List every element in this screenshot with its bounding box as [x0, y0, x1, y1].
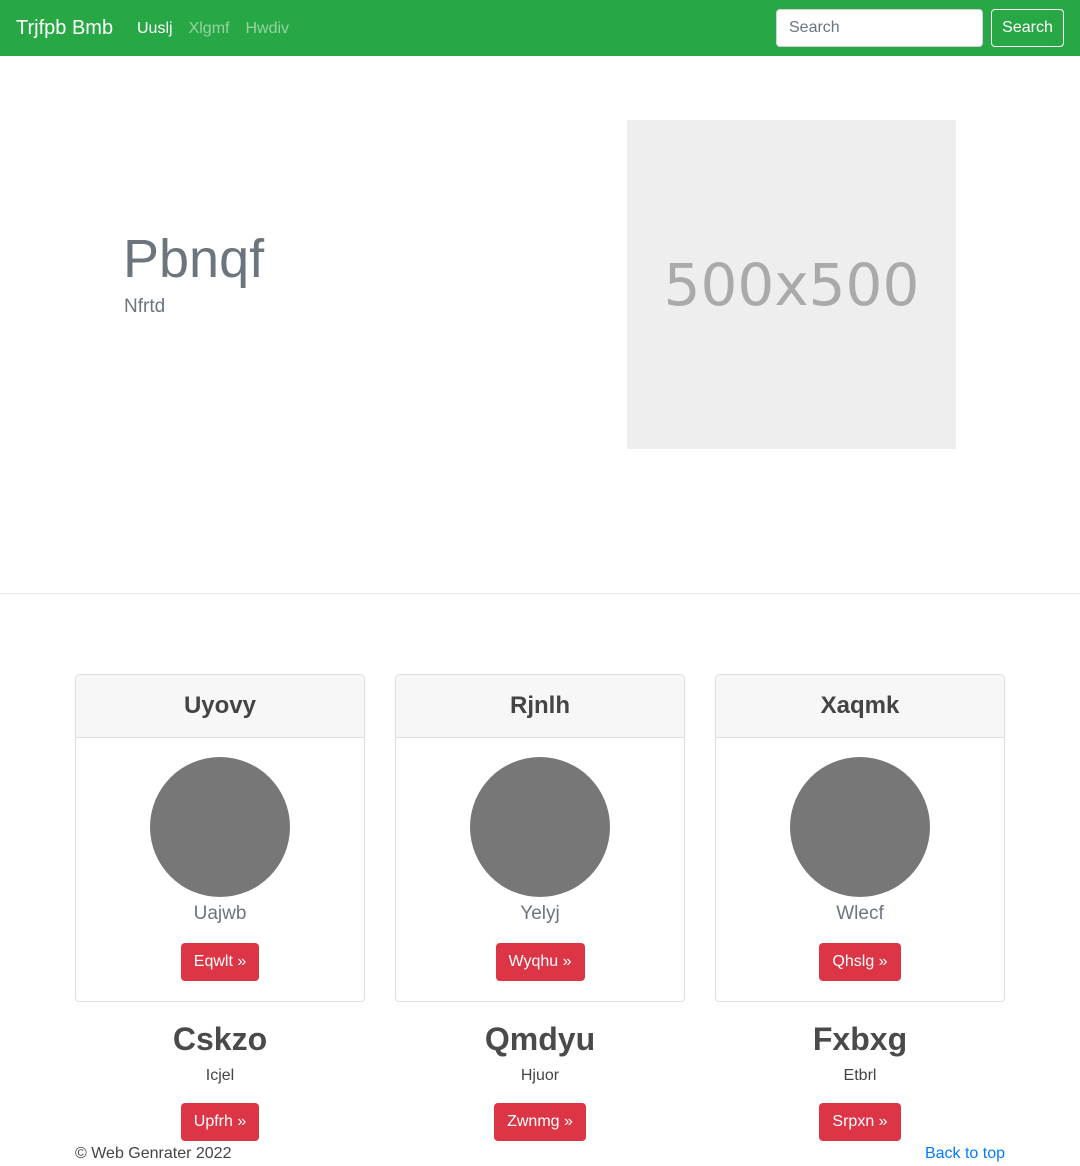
nav-links: Uuslj Xlgmf Hwdiv: [137, 18, 305, 40]
feature-text: Icjel: [205, 1067, 235, 1084]
feature-title: Qmdyu: [484, 1021, 596, 1057]
hero-title: Pbnqf: [123, 229, 265, 289]
card-3: Xaqmk Wlecf Qhslg »: [715, 674, 1005, 1002]
feature-button[interactable]: Upfrh »: [180, 1103, 260, 1141]
feature-title: Cskzo: [172, 1021, 268, 1057]
card-header: Uyovy: [76, 675, 364, 738]
hero-placeholder-image: 500x500: [627, 120, 956, 449]
feature-2: Qmdyu Hjuor Zwnmg »: [395, 1018, 685, 1141]
card-name: Yelyj: [520, 903, 560, 924]
hero-subtitle: Nfrtd: [124, 296, 166, 317]
card-name: Uajwb: [193, 903, 247, 924]
card-header: Rjnlh: [396, 675, 684, 738]
card-button[interactable]: Qhslg »: [819, 943, 901, 981]
feature-button[interactable]: Zwnmg »: [494, 1103, 586, 1141]
card-2: Rjnlh Yelyj Wyqhu »: [395, 674, 685, 1002]
nav-link-2[interactable]: Xlgmf: [189, 18, 230, 40]
back-to-top-link[interactable]: Back to top: [925, 1144, 1005, 1164]
search-button[interactable]: Search: [991, 9, 1064, 47]
nav-link-3[interactable]: Hwdiv: [245, 18, 289, 40]
navbar: Trjfpb Bmb Uuslj Xlgmf Hwdiv Search: [0, 0, 1080, 56]
feature-1: Cskzo Icjel Upfrh »: [75, 1018, 365, 1141]
hero-image-label: 500x500: [663, 250, 920, 319]
search-input[interactable]: [776, 9, 983, 47]
avatar: [150, 757, 290, 897]
section-divider: [0, 593, 1080, 594]
card-1: Uyovy Uajwb Eqwlt »: [75, 674, 365, 1002]
card-title: Rjnlh: [510, 692, 570, 719]
card-button[interactable]: Wyqhu »: [495, 943, 585, 981]
card-header: Xaqmk: [716, 675, 1004, 738]
feature-title: Fxbxg: [812, 1021, 908, 1057]
card-title: Xaqmk: [820, 692, 900, 719]
card-name: Wlecf: [836, 903, 884, 924]
feature-text: Hjuor: [520, 1067, 560, 1084]
nav-link-1[interactable]: Uuslj: [137, 18, 173, 40]
feature-button[interactable]: Srpxn »: [819, 1103, 901, 1141]
avatar: [470, 757, 610, 897]
feature-text: Etbrl: [843, 1067, 877, 1084]
card-button[interactable]: Eqwlt »: [180, 943, 260, 981]
card-title: Uyovy: [183, 692, 257, 719]
copyright-text: © Web Genrater 2022: [75, 1145, 232, 1162]
avatar: [790, 757, 930, 897]
brand-link[interactable]: Trjfpb Bmb: [16, 15, 113, 41]
feature-3: Fxbxg Etbrl Srpxn »: [715, 1018, 1005, 1141]
